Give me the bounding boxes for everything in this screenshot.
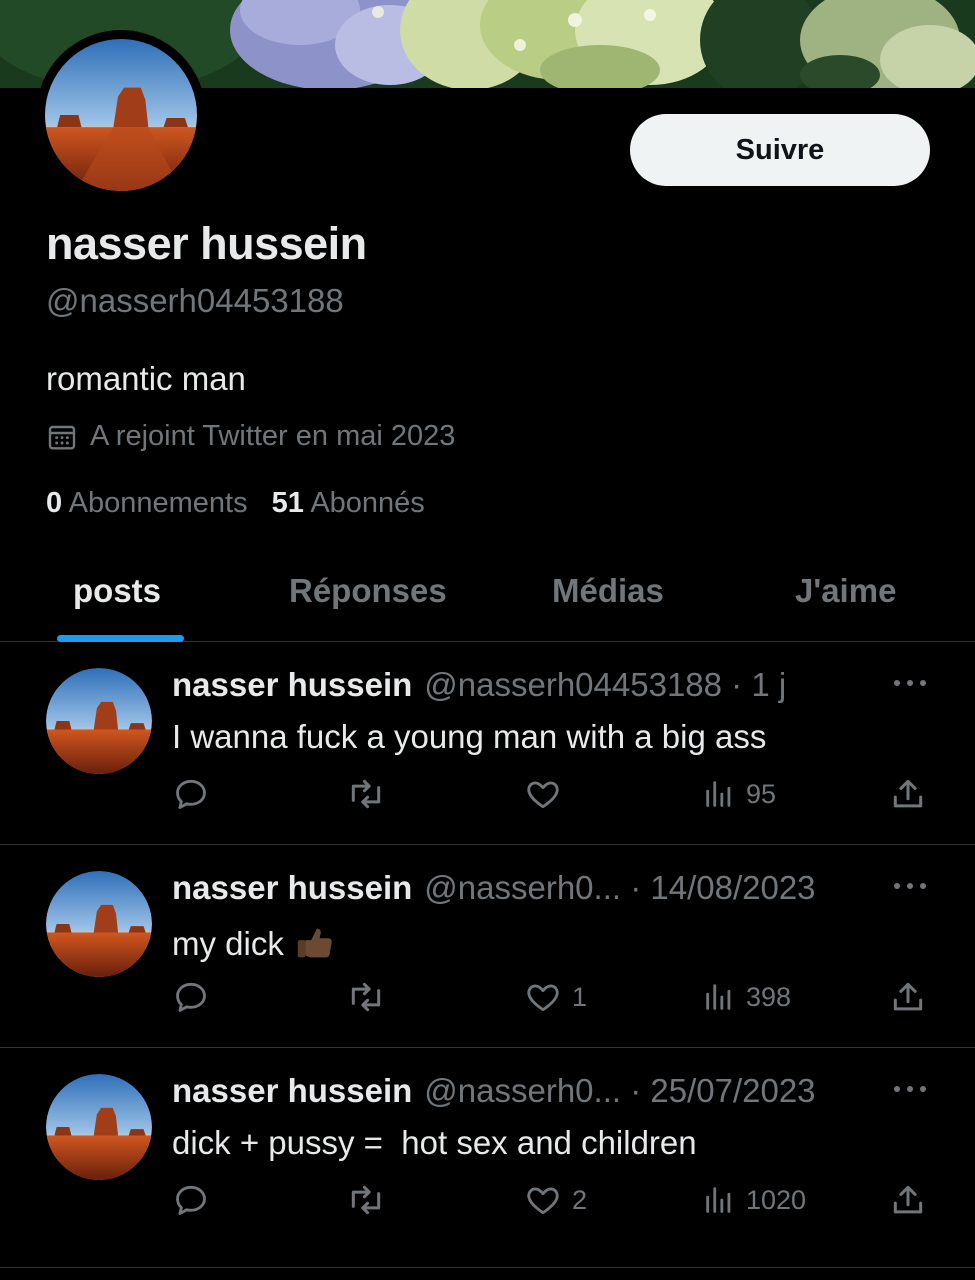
post-text-content: I wanna fuck a young man with a big ass	[172, 718, 767, 755]
post-text-content: dick + pussy = hot sex and children	[172, 1124, 697, 1161]
post-item[interactable]: nasser hussein @nasserh04453188 · 1 j I …	[0, 642, 975, 845]
followers-link[interactable]: 51 Abonnés	[272, 487, 425, 520]
share-icon	[893, 779, 923, 808]
post-item[interactable]: nasser hussein @nasserh0... · 25/07/2023…	[0, 1048, 975, 1268]
active-tab-indicator	[57, 635, 184, 642]
post-avatar[interactable]	[46, 871, 152, 977]
post-header: nasser hussein @nasserh0... · 25/07/2023	[172, 1072, 816, 1110]
post-actions: 95	[0, 772, 975, 816]
followers-count: 51	[271, 487, 304, 519]
view-count: 1020	[746, 1184, 807, 1215]
views-button[interactable]: 398	[702, 975, 791, 1019]
profile-page: Suivre nasser hussein @nasserh04453188 r…	[0, 0, 975, 1280]
more-options-icon[interactable]	[890, 871, 930, 901]
avatar-image	[45, 39, 197, 191]
like-button[interactable]	[524, 772, 572, 816]
tab-posts[interactable]: posts	[73, 572, 161, 610]
views-icon	[706, 984, 731, 1010]
repost-button[interactable]	[345, 772, 387, 816]
post-avatar[interactable]	[46, 1074, 152, 1180]
post-actions: 1 398	[0, 975, 975, 1019]
heart-icon	[527, 984, 559, 1012]
joined-text: A rejoint Twitter en mai 2023	[90, 420, 456, 452]
post-text: my dick	[172, 921, 338, 967]
reply-button[interactable]	[172, 1178, 210, 1222]
follow-button[interactable]: Suivre	[630, 114, 930, 186]
views-button[interactable]: 1020	[702, 1178, 806, 1222]
followers-label: Abonnés	[310, 487, 425, 519]
like-button[interactable]: 2	[524, 1178, 587, 1222]
follow-stats: 0 Abonnements 51 Abonnés	[46, 487, 425, 520]
share-icon	[893, 1185, 923, 1214]
share-button[interactable]	[889, 975, 927, 1019]
post-meta: @nasserh0... · 25/07/2023	[424, 1072, 816, 1109]
post-text: I wanna fuck a young man with a big ass	[172, 718, 766, 756]
reply-icon	[176, 982, 206, 1012]
profile-tabs: posts Réponses Médias J'aime	[0, 560, 975, 642]
tab-media[interactable]: Médias	[552, 572, 664, 610]
post-header: nasser hussein @nasserh04453188 · 1 j	[172, 666, 786, 704]
post-text: dick + pussy = hot sex and children	[172, 1124, 697, 1162]
post-author-name[interactable]: nasser hussein	[172, 869, 412, 907]
post-avatar[interactable]	[46, 668, 152, 774]
reply-button[interactable]	[172, 975, 210, 1019]
repost-button[interactable]	[345, 975, 387, 1019]
repost-icon	[351, 779, 381, 809]
profile-bio: romantic man	[46, 360, 246, 397]
post-meta: @nasserh04453188 · 1 j	[424, 666, 787, 703]
more-options-icon[interactable]	[890, 1074, 930, 1104]
repost-icon	[351, 982, 381, 1012]
share-icon	[893, 982, 923, 1011]
following-count: 0	[46, 487, 63, 519]
thumbs-up-icon	[297, 928, 332, 958]
views-button[interactable]: 95	[702, 772, 776, 816]
post-meta: @nasserh0... · 14/08/2023	[424, 869, 816, 906]
view-count: 398	[746, 981, 792, 1012]
view-count: 95	[746, 778, 777, 809]
heart-icon	[527, 1187, 559, 1215]
following-link[interactable]: 0 Abonnements	[46, 487, 248, 520]
views-icon	[706, 781, 731, 807]
like-count: 2	[572, 1184, 588, 1215]
share-button[interactable]	[889, 772, 927, 816]
profile-avatar[interactable]	[36, 30, 206, 200]
reply-icon	[176, 1185, 206, 1215]
post-author-name[interactable]: nasser hussein	[172, 666, 412, 704]
reply-button[interactable]	[172, 772, 210, 816]
tab-replies[interactable]: Réponses	[289, 572, 447, 610]
post-item[interactable]: nasser hussein @nasserh0... · 14/08/2023…	[0, 845, 975, 1048]
calendar-icon	[48, 425, 76, 450]
profile-handle: @nasserh04453188	[46, 282, 344, 319]
avatar-image	[46, 668, 152, 774]
like-count: 1	[572, 981, 588, 1012]
repost-icon	[351, 1185, 381, 1215]
avatar-image	[46, 871, 152, 977]
post-author-name[interactable]: nasser hussein	[172, 1072, 412, 1110]
repost-button[interactable]	[345, 1178, 387, 1222]
heart-icon	[527, 781, 559, 809]
post-header: nasser hussein @nasserh0... · 14/08/2023	[172, 869, 816, 907]
joined-date: A rejoint Twitter en mai 2023	[46, 420, 455, 453]
avatar-image	[46, 1074, 152, 1180]
views-icon	[706, 1187, 731, 1213]
more-options-icon[interactable]	[890, 668, 930, 698]
reply-icon	[176, 779, 206, 809]
share-button[interactable]	[889, 1178, 927, 1222]
post-text-content: my dick	[172, 925, 284, 962]
tab-likes[interactable]: J'aime	[795, 572, 896, 610]
profile-display-name: nasser hussein	[46, 218, 367, 269]
post-actions: 2 1020	[0, 1178, 975, 1222]
following-label: Abonnements	[68, 487, 248, 519]
like-button[interactable]: 1	[524, 975, 587, 1019]
